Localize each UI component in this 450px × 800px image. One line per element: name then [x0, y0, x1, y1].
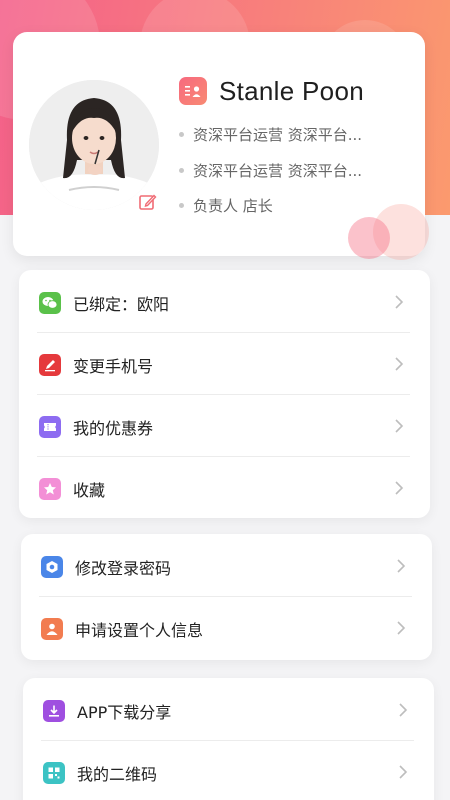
person-icon	[41, 618, 63, 640]
chevron-right-icon	[397, 621, 406, 635]
bullet-dot	[179, 203, 184, 208]
menu-item-favorites[interactable]: 收藏	[19, 458, 430, 520]
menu-item-label: 申请设置个人信息	[75, 621, 204, 640]
divider	[37, 394, 410, 395]
edit-phone-icon	[39, 354, 61, 376]
chevron-right-icon	[395, 419, 404, 433]
chevron-right-icon	[397, 559, 406, 573]
star-icon	[39, 478, 61, 500]
menu-item-my-qrcode[interactable]: 我的二维码	[23, 742, 434, 800]
divider	[37, 332, 410, 333]
info-text: 资深平台运营 资深平台...	[193, 126, 363, 144]
menu-item-label: 修改登录密码	[75, 559, 172, 578]
user-name-row: Stanle Poon	[179, 74, 364, 108]
menu-item-change-password[interactable]: 修改登录密码	[21, 536, 432, 598]
decor-circle	[348, 217, 390, 259]
menu-card-security: 修改登录密码 申请设置个人信息	[21, 534, 432, 660]
menu-item-app-download-share[interactable]: APP下载分享	[23, 680, 434, 742]
divider	[39, 596, 412, 597]
info-line: 负责人 店长	[179, 195, 273, 216]
menu-item-label: APP下载分享	[77, 703, 172, 722]
qrcode-icon	[43, 762, 65, 784]
menu-item-label: 已绑定：欧阳	[73, 295, 170, 314]
menu-card-share: APP下载分享 我的二维码	[23, 678, 434, 800]
info-text: 资深平台运营 资深平台...	[193, 162, 363, 180]
menu-item-change-phone[interactable]: 变更手机号	[19, 334, 430, 396]
edit-avatar-icon[interactable]	[138, 192, 158, 212]
wechat-icon	[39, 292, 61, 314]
chevron-right-icon	[399, 703, 408, 717]
password-shield-icon	[41, 556, 63, 578]
profile-card: Stanle Poon 资深平台运营 资深平台... 资深平台运营 资深平台..…	[13, 32, 429, 260]
info-text: 负责人 店长	[193, 197, 273, 215]
divider	[41, 740, 414, 741]
menu-item-label: 收藏	[73, 481, 106, 500]
download-icon	[43, 700, 65, 722]
chevron-right-icon	[395, 295, 404, 309]
chevron-right-icon	[399, 765, 408, 779]
divider	[37, 456, 410, 457]
menu-card-account: 已绑定：欧阳 变更手机号 我的优惠券 收藏	[19, 270, 430, 518]
user-name: Stanle Poon	[219, 75, 364, 106]
chevron-right-icon	[395, 357, 404, 371]
menu-item-wechat-binding[interactable]: 已绑定：欧阳	[19, 272, 430, 334]
avatar[interactable]	[29, 80, 159, 210]
info-line: 资深平台运营 资深平台...	[179, 160, 362, 181]
coupon-icon	[39, 416, 61, 438]
menu-item-label: 变更手机号	[73, 357, 154, 376]
bullet-dot	[179, 132, 184, 137]
menu-item-personal-info[interactable]: 申请设置个人信息	[21, 598, 432, 660]
menu-item-coupons[interactable]: 我的优惠券	[19, 396, 430, 458]
info-line: 资深平台运营 资深平台...	[179, 124, 362, 145]
chevron-right-icon	[395, 481, 404, 495]
menu-item-label: 我的优惠券	[73, 419, 154, 438]
menu-item-label: 我的二维码	[77, 765, 158, 784]
id-card-icon	[179, 77, 207, 105]
bullet-dot	[179, 168, 184, 173]
